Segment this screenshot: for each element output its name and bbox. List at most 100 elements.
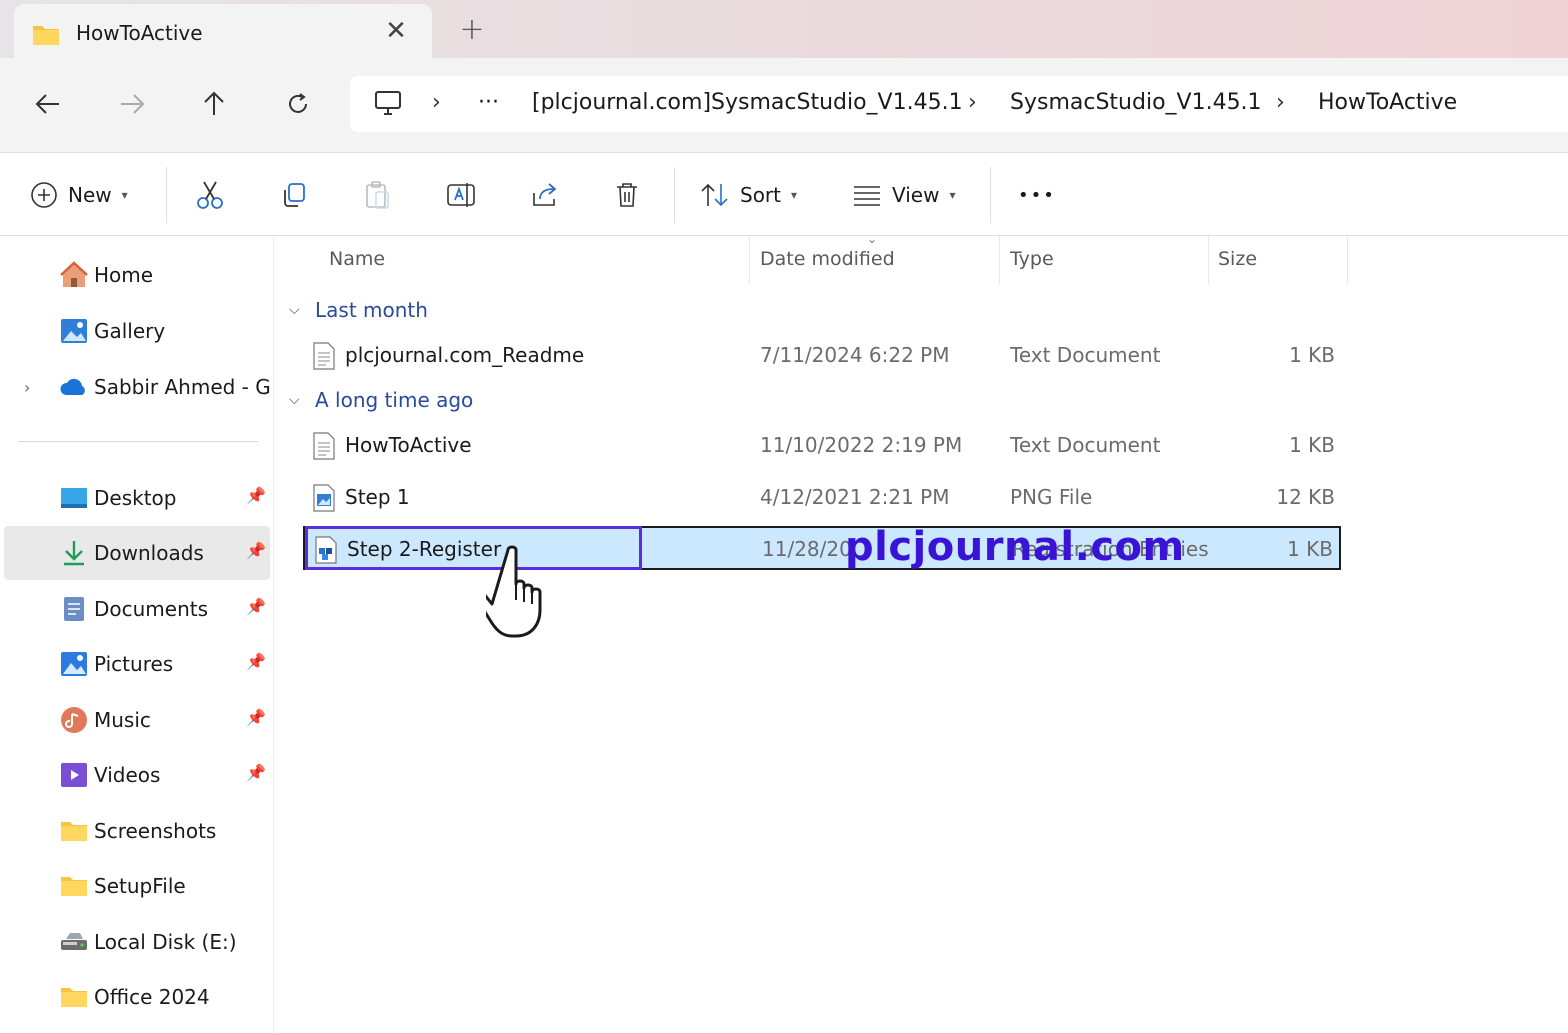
file-row[interactable]: HowToActive 11/10/2022 2:19 PM Text Docu… [303, 424, 1341, 468]
new-tab-button[interactable]: + [456, 12, 488, 47]
text-file-icon [313, 342, 335, 370]
group-label: Last month [315, 298, 428, 322]
text-file-icon [313, 432, 335, 460]
sidebar-item-office-2024[interactable]: Office 2024 [4, 970, 270, 1024]
hand-cursor-icon [486, 545, 542, 638]
pin-icon: 📌 [246, 708, 266, 727]
tab-title: HowToActive [76, 21, 203, 45]
address-bar[interactable]: › ··· [plcjournal.com]SysmacStudio_V1.45… [350, 76, 1568, 132]
column-header-date[interactable]: Date modified [760, 248, 895, 270]
sidebar-item-label: Screenshots [94, 819, 217, 843]
file-row[interactable]: Step 1 4/12/2021 2:21 PM PNG File 12 KB [303, 476, 1341, 520]
paste-button[interactable] [364, 175, 392, 215]
view-label: View [892, 183, 940, 207]
cut-button[interactable] [196, 175, 224, 215]
column-divider [999, 236, 1000, 284]
rename-button[interactable] [446, 175, 478, 215]
copy-icon [284, 183, 305, 207]
file-name: plcjournal.com_Readme [345, 343, 585, 367]
sidebar-item-setupfile[interactable]: SetupFile [4, 859, 270, 913]
sidebar-item-label: SetupFile [94, 874, 186, 898]
sidebar-item-home[interactable]: Home [4, 248, 270, 302]
sidebar-item-pictures[interactable]: Pictures 📌 [4, 637, 270, 691]
music-icon [61, 707, 87, 733]
refresh-button[interactable] [278, 84, 318, 124]
sidebar-item-onedrive[interactable]: Sabbir Ahmed - Glo [4, 360, 270, 414]
chevron-down-icon: ⌵ [289, 392, 300, 408]
toolbar-divider [166, 167, 167, 223]
file-name: Step 1 [345, 485, 410, 509]
delete-button[interactable] [614, 175, 640, 215]
drive-icon [61, 933, 87, 950]
sidebar-item-label: Documents [94, 597, 209, 621]
cloud-icon [60, 378, 85, 395]
breadcrumb-item[interactable]: HowToActive [1318, 90, 1457, 115]
breadcrumb-more[interactable]: ··· [478, 90, 499, 115]
copy-button[interactable] [280, 175, 308, 215]
title-bar: HowToActive ✕ + [0, 0, 1568, 62]
back-button[interactable] [28, 84, 68, 124]
more-options-button[interactable]: ••• [1018, 175, 1056, 215]
file-type: Text Document [1010, 343, 1161, 367]
breadcrumb-item[interactable]: SysmacStudio_V1.45.1 [1010, 90, 1262, 115]
column-header-type[interactable]: Type [1010, 248, 1054, 270]
file-row[interactable]: plcjournal.com_Readme 7/11/2024 6:22 PM … [303, 334, 1341, 378]
file-date: 11/28/20 [762, 537, 852, 561]
document-icon [64, 597, 84, 621]
sidebar-item-label: Videos [94, 763, 161, 787]
column-header-size[interactable]: Size [1218, 248, 1257, 270]
file-row-selected[interactable]: Step 2-Register 11/28/20 Registration En… [303, 524, 1341, 570]
sidebar-item-label: Sabbir Ahmed - Glo [94, 375, 270, 399]
sidebar-item-music[interactable]: Music 📌 [4, 693, 270, 747]
sidebar-item-label: Downloads [94, 541, 204, 565]
sidebar-item-documents[interactable]: Documents 📌 [4, 582, 270, 636]
registry-file-icon [315, 536, 337, 564]
sidebar-item-label: Local Disk (E:) [94, 930, 237, 954]
folder-icon [61, 877, 87, 896]
view-button[interactable]: View ▾ [852, 175, 956, 215]
chevron-down-icon: ▾ [121, 188, 128, 202]
pin-icon: 📌 [246, 652, 266, 671]
breadcrumb-item[interactable]: [plcjournal.com]SysmacStudio_V1.45.1 [532, 90, 963, 115]
download-icon [64, 541, 84, 566]
file-size: 12 KB [1276, 485, 1335, 509]
chevron-down-icon: ▾ [791, 188, 798, 202]
file-name: Step 2-Register [347, 537, 502, 561]
home-icon [60, 261, 88, 287]
group-header-last-month[interactable]: ⌵ Last month [289, 298, 428, 322]
forward-button[interactable] [112, 84, 152, 124]
group-header-long-time-ago[interactable]: ⌵ A long time ago [289, 388, 473, 412]
close-tab-icon[interactable]: ✕ [382, 16, 410, 46]
arrow-up-icon [204, 91, 224, 115]
column-header-name[interactable]: Name [329, 248, 385, 270]
desktop-icon [61, 488, 87, 508]
file-size: 1 KB [1287, 537, 1333, 561]
tab-howtoactive[interactable]: HowToActive ✕ [14, 4, 432, 62]
file-size: 1 KB [1289, 343, 1335, 367]
image-file-icon [313, 484, 335, 512]
sidebar-item-label: Music [94, 708, 151, 732]
file-date: 4/12/2021 2:21 PM [760, 485, 950, 509]
sidebar-item-videos[interactable]: Videos 📌 [4, 748, 270, 802]
toolbar-divider [990, 167, 991, 223]
sidebar-item-label: Pictures [94, 652, 174, 676]
new-button[interactable]: New ▾ [30, 175, 128, 215]
up-button[interactable] [194, 84, 234, 124]
file-size: 1 KB [1289, 433, 1335, 457]
command-bar: New ▾ Sort ▾ View ▾ ••• [0, 152, 1568, 236]
sort-button[interactable]: Sort ▾ [700, 175, 797, 215]
watermark-text: plcjournal.com [845, 524, 1185, 570]
sort-label: Sort [740, 183, 781, 207]
file-type: Text Document [1010, 433, 1161, 457]
sidebar-item-gallery[interactable]: Gallery [4, 304, 270, 358]
toolbar-divider [674, 167, 675, 223]
sidebar-item-downloads[interactable]: Downloads 📌 [4, 526, 270, 580]
gallery-icon [61, 319, 87, 343]
more-icon: ••• [1018, 184, 1056, 206]
sidebar-item-label: Office 2024 [94, 985, 210, 1009]
file-date: 7/11/2024 6:22 PM [760, 343, 950, 367]
sidebar-item-desktop[interactable]: Desktop 📌 [4, 471, 270, 525]
sidebar-item-local-disk[interactable]: Local Disk (E:) [4, 915, 270, 969]
sidebar-item-screenshots[interactable]: Screenshots [4, 804, 270, 858]
share-button[interactable] [530, 175, 560, 215]
